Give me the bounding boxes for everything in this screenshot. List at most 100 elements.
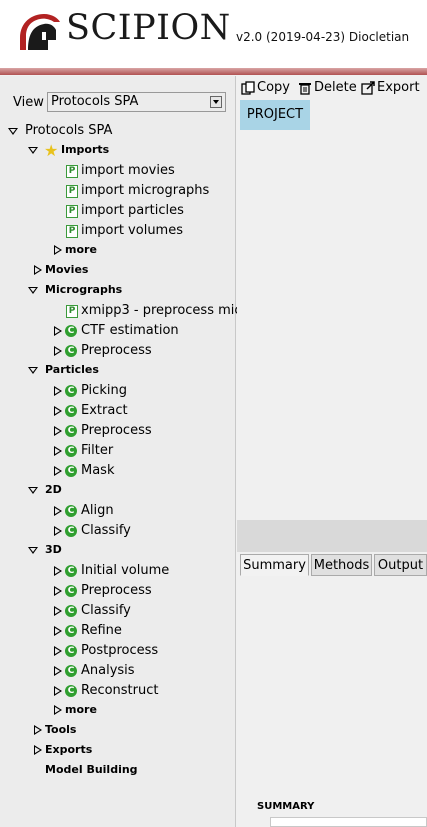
item-label: import particles [81, 203, 184, 218]
header-divider [0, 68, 427, 75]
export-button[interactable]: Export [377, 79, 420, 97]
runs-graph-area[interactable] [237, 130, 427, 520]
protocol-c-icon: C [65, 505, 77, 517]
collapse-icon[interactable] [8, 126, 18, 136]
protocol-c-icon: C [65, 405, 77, 417]
expand-icon[interactable] [53, 646, 63, 656]
expand-icon[interactable] [53, 626, 63, 636]
copy-icon[interactable] [241, 81, 255, 95]
protocol-c-icon: C [65, 585, 77, 597]
expand-icon[interactable] [53, 245, 63, 255]
section-label: Movies [45, 263, 89, 276]
section-label: Imports [61, 143, 110, 156]
delete-button[interactable]: Delete [314, 79, 357, 97]
view-selector[interactable]: Protocols SPA [47, 92, 226, 112]
item-label: Analysis [81, 663, 135, 678]
section-label: Exports [45, 743, 93, 756]
tab-summary[interactable]: Summary [240, 554, 309, 576]
item-label: Align [81, 503, 114, 518]
expand-icon[interactable] [33, 745, 43, 755]
protocol-c-icon: C [65, 685, 77, 697]
protocol-c-icon: C [65, 325, 77, 337]
expand-icon[interactable] [53, 666, 63, 676]
section-label: 3D [45, 543, 62, 556]
item-label: Mask [81, 463, 115, 478]
summary-text-area[interactable] [270, 817, 427, 827]
protocol-p-icon: P [66, 225, 78, 238]
collapse-icon[interactable] [28, 285, 38, 295]
collapse-icon[interactable] [28, 545, 38, 555]
tab-methods[interactable]: Methods [311, 554, 372, 576]
dropdown-arrow-icon[interactable] [210, 96, 222, 108]
item-label: Classify [81, 523, 131, 538]
protocol-c-icon: C [65, 525, 77, 537]
item-label: Preprocess [81, 583, 152, 598]
item-label: import movies [81, 163, 175, 178]
collapse-icon[interactable] [28, 365, 38, 375]
protocol-c-icon: C [65, 445, 77, 457]
protocol-c-icon: C [65, 345, 77, 357]
section-label: Model Building [45, 763, 138, 776]
expand-icon[interactable] [33, 725, 43, 735]
protocol-p-icon: P [66, 205, 78, 218]
item-label: xmipp3 - preprocess mic [81, 303, 242, 318]
expand-icon[interactable] [53, 586, 63, 596]
expand-icon[interactable] [53, 705, 63, 715]
tab-output[interactable]: Output [374, 554, 427, 576]
tree-section-model-building[interactable]: Model Building [45, 760, 138, 780]
expand-icon[interactable] [53, 386, 63, 396]
protocols-panel: View Protocols SPA Protocols SPA ★ Impor… [0, 76, 242, 827]
expand-icon[interactable] [53, 326, 63, 336]
expand-icon[interactable] [53, 606, 63, 616]
expand-icon[interactable] [53, 346, 63, 356]
summary-heading: SUMMARY [257, 801, 315, 812]
expand-icon[interactable] [53, 686, 63, 696]
protocol-c-icon: C [65, 565, 77, 577]
spartan-helmet-logo-icon [20, 14, 60, 50]
item-label: Extract [81, 403, 128, 418]
expand-icon[interactable] [33, 265, 43, 275]
protocol-p-icon: P [66, 305, 78, 318]
item-label: Initial volume [81, 563, 170, 578]
expand-icon[interactable] [53, 446, 63, 456]
export-icon[interactable] [361, 81, 375, 95]
expand-icon[interactable] [53, 466, 63, 476]
item-label: more [65, 243, 97, 256]
item-label: Refine [81, 623, 122, 638]
expand-icon[interactable] [53, 506, 63, 516]
app-logo-text: SCIPION [66, 8, 231, 48]
item-label: Preprocess [81, 423, 152, 438]
copy-button[interactable]: Copy [257, 79, 290, 97]
item-label: Postprocess [81, 643, 159, 658]
expand-icon[interactable] [53, 566, 63, 576]
tree-root-label: Protocols SPA [25, 123, 113, 138]
collapse-icon[interactable] [28, 485, 38, 495]
item-label: import volumes [81, 223, 183, 238]
project-tab[interactable]: PROJECT [240, 100, 310, 130]
protocol-c-icon: C [65, 645, 77, 657]
version-label: v2.0 (2019-04-23) Diocletian [236, 30, 410, 44]
expand-icon[interactable] [53, 426, 63, 436]
trash-icon[interactable] [298, 81, 312, 95]
expand-icon[interactable] [53, 406, 63, 416]
item-label: import micrographs [81, 183, 210, 198]
app-header: SCIPION v2.0 (2019-04-23) Diocletian [0, 0, 427, 68]
pane-splitter[interactable] [237, 520, 427, 552]
section-label: Particles [45, 363, 99, 376]
item-label: Filter [81, 443, 114, 458]
protocol-c-icon: C [65, 465, 77, 477]
view-label: View [13, 95, 44, 110]
expand-icon[interactable] [53, 526, 63, 536]
section-label: Micrographs [45, 283, 123, 296]
star-icon: ★ [44, 141, 59, 160]
section-label: Tools [45, 723, 77, 736]
collapse-icon[interactable] [28, 145, 38, 155]
item-label: more [65, 703, 97, 716]
protocol-c-icon: C [65, 385, 77, 397]
protocol-c-icon: C [65, 605, 77, 617]
item-label: Preprocess [81, 343, 152, 358]
item-label: Picking [81, 383, 127, 398]
item-label: Reconstruct [81, 683, 159, 698]
item-label: CTF estimation [81, 323, 179, 338]
item-label: Classify [81, 603, 131, 618]
